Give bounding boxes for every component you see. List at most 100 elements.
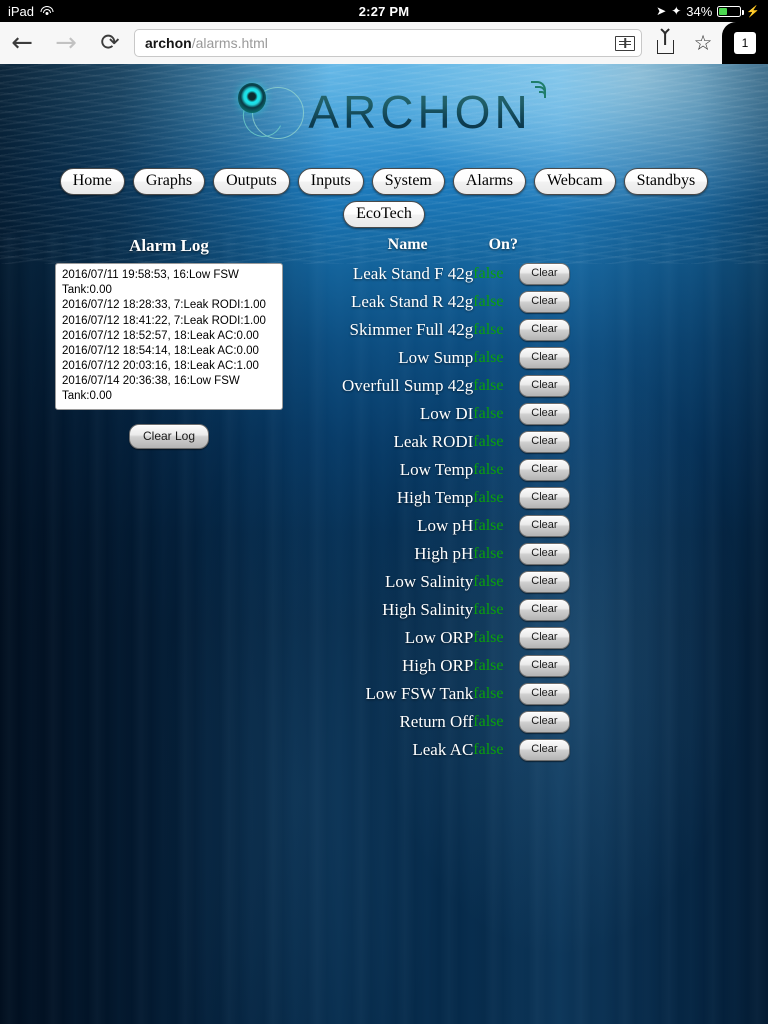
alarm-action-cell: Clear <box>519 344 569 372</box>
url-path: /alarms.html <box>192 35 268 51</box>
nav-item-inputs[interactable]: Inputs <box>298 168 364 195</box>
alarm-action-cell: Clear <box>519 624 569 652</box>
clear-alarm-button[interactable]: Clear <box>519 571 569 593</box>
alarm-log-title: Alarm Log <box>8 236 330 256</box>
alarm-action-cell: Clear <box>519 512 569 540</box>
nav-item-graphs[interactable]: Graphs <box>133 168 205 195</box>
clear-log-row: Clear Log <box>8 424 330 449</box>
clear-alarm-button[interactable]: Clear <box>519 655 569 677</box>
alarm-name: Leak RODI <box>342 428 473 456</box>
alarm-state-value: false <box>473 736 519 764</box>
alarm-state-value: false <box>473 484 519 512</box>
nav-item-outputs[interactable]: Outputs <box>213 168 290 195</box>
forward-arrow-icon[interactable]: → <box>44 22 88 64</box>
back-arrow-icon[interactable]: ← <box>0 22 44 64</box>
log-entry: 2016/07/11 19:58:53, 16:Low FSW Tank:0.0… <box>62 268 276 298</box>
clear-alarm-button[interactable]: Clear <box>519 739 569 761</box>
tab-count-label: 1 <box>734 32 756 54</box>
alarm-action-cell: Clear <box>519 652 569 680</box>
table-row: High pHfalseClear <box>342 540 570 568</box>
wifi-waves-icon <box>526 79 546 101</box>
alarm-action-cell: Clear <box>519 596 569 624</box>
column-header-on: On? <box>473 236 519 260</box>
nav-item-alarms[interactable]: Alarms <box>453 168 526 195</box>
battery-icon <box>717 6 741 17</box>
clear-alarm-button[interactable]: Clear <box>519 599 569 621</box>
alarm-name: High ORP <box>342 652 473 680</box>
url-bar[interactable]: archon/alarms.html <box>134 29 642 57</box>
alarm-name: Skimmer Full 42g <box>342 316 473 344</box>
carrier-label: iPad <box>8 4 34 19</box>
table-row: Low DIfalseClear <box>342 400 570 428</box>
nav-item-ecotech[interactable]: EcoTech <box>343 201 425 228</box>
table-row: High SalinityfalseClear <box>342 596 570 624</box>
site-title-text: ARCHON <box>308 86 531 138</box>
clear-alarm-button[interactable]: Clear <box>519 459 569 481</box>
table-row: Return OfffalseClear <box>342 708 570 736</box>
clear-alarm-button[interactable]: Clear <box>519 403 569 425</box>
clear-alarm-button[interactable]: Clear <box>519 711 569 733</box>
alarm-name: Low Salinity <box>342 568 473 596</box>
alarm-name: High Temp <box>342 484 473 512</box>
clear-alarm-button[interactable]: Clear <box>519 263 569 285</box>
alarm-name: Leak AC <box>342 736 473 764</box>
battery-percent-label: 34% <box>686 4 712 19</box>
clear-alarm-button[interactable]: Clear <box>519 291 569 313</box>
clear-alarm-button[interactable]: Clear <box>519 515 569 537</box>
alarm-name: Low Temp <box>342 456 473 484</box>
column-header-action <box>519 236 569 260</box>
alarm-action-cell: Clear <box>519 680 569 708</box>
alarm-state-value: false <box>473 512 519 540</box>
alarm-state-value: false <box>473 428 519 456</box>
alarm-action-cell: Clear <box>519 708 569 736</box>
location-arrow-icon: ➤ <box>656 5 666 17</box>
alarm-action-cell: Clear <box>519 428 569 456</box>
alarm-state-value: false <box>473 344 519 372</box>
clear-alarm-button[interactable]: Clear <box>519 683 569 705</box>
alarm-state-value: false <box>473 624 519 652</box>
tab-count-button[interactable]: 1 <box>722 22 768 64</box>
alarm-table-body: Leak Stand F 42gfalseClearLeak Stand R 4… <box>342 260 570 764</box>
clear-alarm-button[interactable]: Clear <box>519 431 569 453</box>
clear-alarm-button[interactable]: Clear <box>519 543 569 565</box>
alarm-action-cell: Clear <box>519 372 569 400</box>
alarm-name: Return Off <box>342 708 473 736</box>
status-bar-right: ➤ ✦ 34% ⚡ <box>568 4 768 19</box>
page-background: ARCHON Home Graphs Outputs Inputs System… <box>0 64 768 1024</box>
alarm-action-cell: Clear <box>519 400 569 428</box>
url-host: archon <box>145 35 192 51</box>
share-icon[interactable] <box>646 22 684 64</box>
alarm-state-value: false <box>473 652 519 680</box>
bookmark-star-icon[interactable]: ☆ <box>684 22 722 64</box>
page-columns: Alarm Log 2016/07/11 19:58:53, 16:Low FS… <box>0 236 768 764</box>
clear-log-button[interactable]: Clear Log <box>129 424 209 449</box>
reader-view-icon[interactable] <box>615 36 635 51</box>
log-entry: 2016/07/12 18:54:14, 18:Leak AC:0.00 <box>62 344 276 359</box>
alarm-name: Leak Stand R 42g <box>342 288 473 316</box>
table-row: Leak Stand F 42gfalseClear <box>342 260 570 288</box>
nav-item-system[interactable]: System <box>372 168 445 195</box>
clear-alarm-button[interactable]: Clear <box>519 627 569 649</box>
clear-alarm-button[interactable]: Clear <box>519 319 569 341</box>
alarm-table: Name On? Leak Stand F 42gfalseClearLeak … <box>342 236 570 764</box>
main-navigation: Home Graphs Outputs Inputs System Alarms… <box>0 168 768 228</box>
nav-item-home[interactable]: Home <box>60 168 125 195</box>
alarm-state-value: false <box>473 288 519 316</box>
log-entry: 2016/07/14 20:36:38, 16:Low FSW Tank:0.0… <box>62 374 276 404</box>
alarm-name: Overfull Sump 42g <box>342 372 473 400</box>
column-header-name: Name <box>342 236 473 260</box>
site-header: ARCHON <box>0 76 768 148</box>
alarm-name: Low Sump <box>342 344 473 372</box>
table-header-row: Name On? <box>342 236 570 260</box>
reload-icon[interactable]: ⟳ <box>88 22 132 64</box>
alarm-action-cell: Clear <box>519 540 569 568</box>
alarm-state-value: false <box>473 680 519 708</box>
table-row: High TempfalseClear <box>342 484 570 512</box>
table-row: Low SalinityfalseClear <box>342 568 570 596</box>
nav-item-standbys[interactable]: Standbys <box>624 168 709 195</box>
clear-alarm-button[interactable]: Clear <box>519 487 569 509</box>
clear-alarm-button[interactable]: Clear <box>519 375 569 397</box>
clear-alarm-button[interactable]: Clear <box>519 347 569 369</box>
nav-item-webcam[interactable]: Webcam <box>534 168 616 195</box>
alarm-state-value: false <box>473 400 519 428</box>
